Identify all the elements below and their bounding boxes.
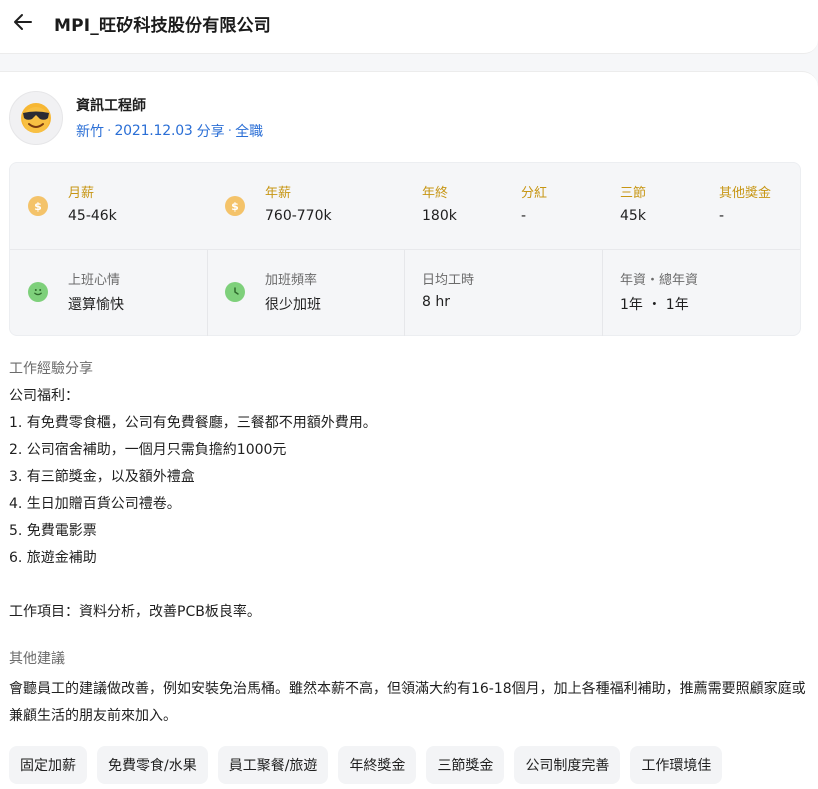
page-title: MPI_旺矽科技股份有限公司: [54, 16, 272, 36]
stats-divider: [207, 250, 208, 336]
post-meta: 新竹 · 2021.12.03 分享 · 全職: [76, 121, 263, 141]
festival-bonus-value: 45k: [620, 208, 646, 224]
experience-section-title: 工作經驗分享: [9, 361, 93, 377]
back-button[interactable]: [10, 10, 36, 34]
daily-hours-label: 日均工時: [422, 273, 475, 288]
arrow-left-icon: [14, 14, 32, 30]
experience-line: 公司福利：: [9, 388, 79, 404]
year-end-bonus-label: 年終: [422, 186, 449, 201]
clock-icon: [225, 282, 245, 302]
tag[interactable]: 固定加薪: [9, 746, 87, 784]
festival-bonus-label: 三節: [620, 186, 647, 201]
mood-label: 上班心情: [68, 273, 121, 288]
salary-stats-panel: $ 月薪 45-46k $ 年薪 760-770k 年終 180k 分紅 - 三…: [9, 162, 801, 336]
annual-salary-label: 年薪: [265, 186, 292, 201]
other-bonus-label: 其他獎金: [719, 186, 772, 201]
avatar: [9, 91, 63, 145]
overtime-value: 很少加班: [265, 297, 321, 313]
monthly-salary-label: 月薪: [68, 186, 95, 201]
tag[interactable]: 公司制度完善: [514, 746, 621, 784]
meta-separator: ·: [227, 123, 233, 139]
seniority-value: 1年 ・ 1年: [620, 297, 689, 313]
annual-salary-value: 760-770k: [265, 208, 332, 224]
tag[interactable]: 免費零食/水果: [97, 746, 208, 784]
tag[interactable]: 年終獎金: [338, 746, 417, 784]
monthly-salary-value: 45-46k: [68, 208, 117, 224]
seniority-label: 年資・總年資: [620, 273, 699, 288]
experience-line: 1. 有免費零食櫃，公司有免費餐廳，三餐都不用額外費用。: [9, 415, 377, 431]
coin-icon: $: [28, 196, 48, 216]
experience-line: 工作項目：資料分析，改善PCB板良率。: [9, 604, 261, 620]
experience-line: 2. 公司宿舍補助，一個月只需負擔約1000元: [9, 442, 287, 458]
mood-value: 還算愉快: [68, 297, 124, 313]
review-card: 資訊工程師 新竹 · 2021.12.03 分享 · 全職 $ 月薪 45-46…: [0, 71, 818, 789]
advice-section-title: 其他建議: [9, 651, 65, 667]
tag-list: 固定加薪 免費零食/水果 員工聚餐/旅遊 年終獎金 三節獎金 公司制度完善 工作…: [9, 746, 723, 784]
experience-line: 5. 免費電影票: [9, 523, 97, 539]
daily-hours-value: 8 hr: [422, 294, 450, 310]
smile-icon: [28, 282, 48, 302]
dividend-value: -: [521, 208, 527, 224]
employment-type: 全職: [235, 124, 264, 140]
tag[interactable]: 工作環境佳: [630, 746, 723, 784]
post-date: 2021.12.03: [114, 123, 193, 139]
dividend-label: 分紅: [521, 186, 548, 201]
meta-separator: ·: [107, 123, 112, 139]
stats-divider: [602, 250, 603, 336]
other-bonus-value: -: [719, 208, 725, 224]
stats-divider: [404, 250, 405, 336]
share-label: 分享: [196, 124, 225, 140]
tag[interactable]: 三節獎金: [426, 746, 505, 784]
tag[interactable]: 員工聚餐/旅遊: [217, 746, 329, 784]
experience-line: 6. 旅遊金補助: [9, 550, 97, 566]
advice-text: 會聽員工的建議做改善，例如安裝免治馬桶。雖然本薪不高，但領滿大約有16-18個月…: [9, 681, 806, 724]
job-title: 資訊工程師: [76, 98, 146, 114]
year-end-bonus-value: 180k: [422, 208, 457, 224]
top-bar: MPI_旺矽科技股份有限公司: [0, 0, 818, 54]
smiling-face-with-sunglasses-icon: [21, 103, 51, 133]
coin-icon: $: [225, 196, 245, 216]
location-link[interactable]: 新竹: [76, 121, 104, 141]
stats-divider: [10, 249, 800, 250]
overtime-label: 加班頻率: [265, 273, 318, 288]
experience-line: 3. 有三節獎金，以及額外禮盒: [9, 469, 195, 485]
experience-line: 4. 生日加贈百貨公司禮卷。: [9, 496, 181, 512]
